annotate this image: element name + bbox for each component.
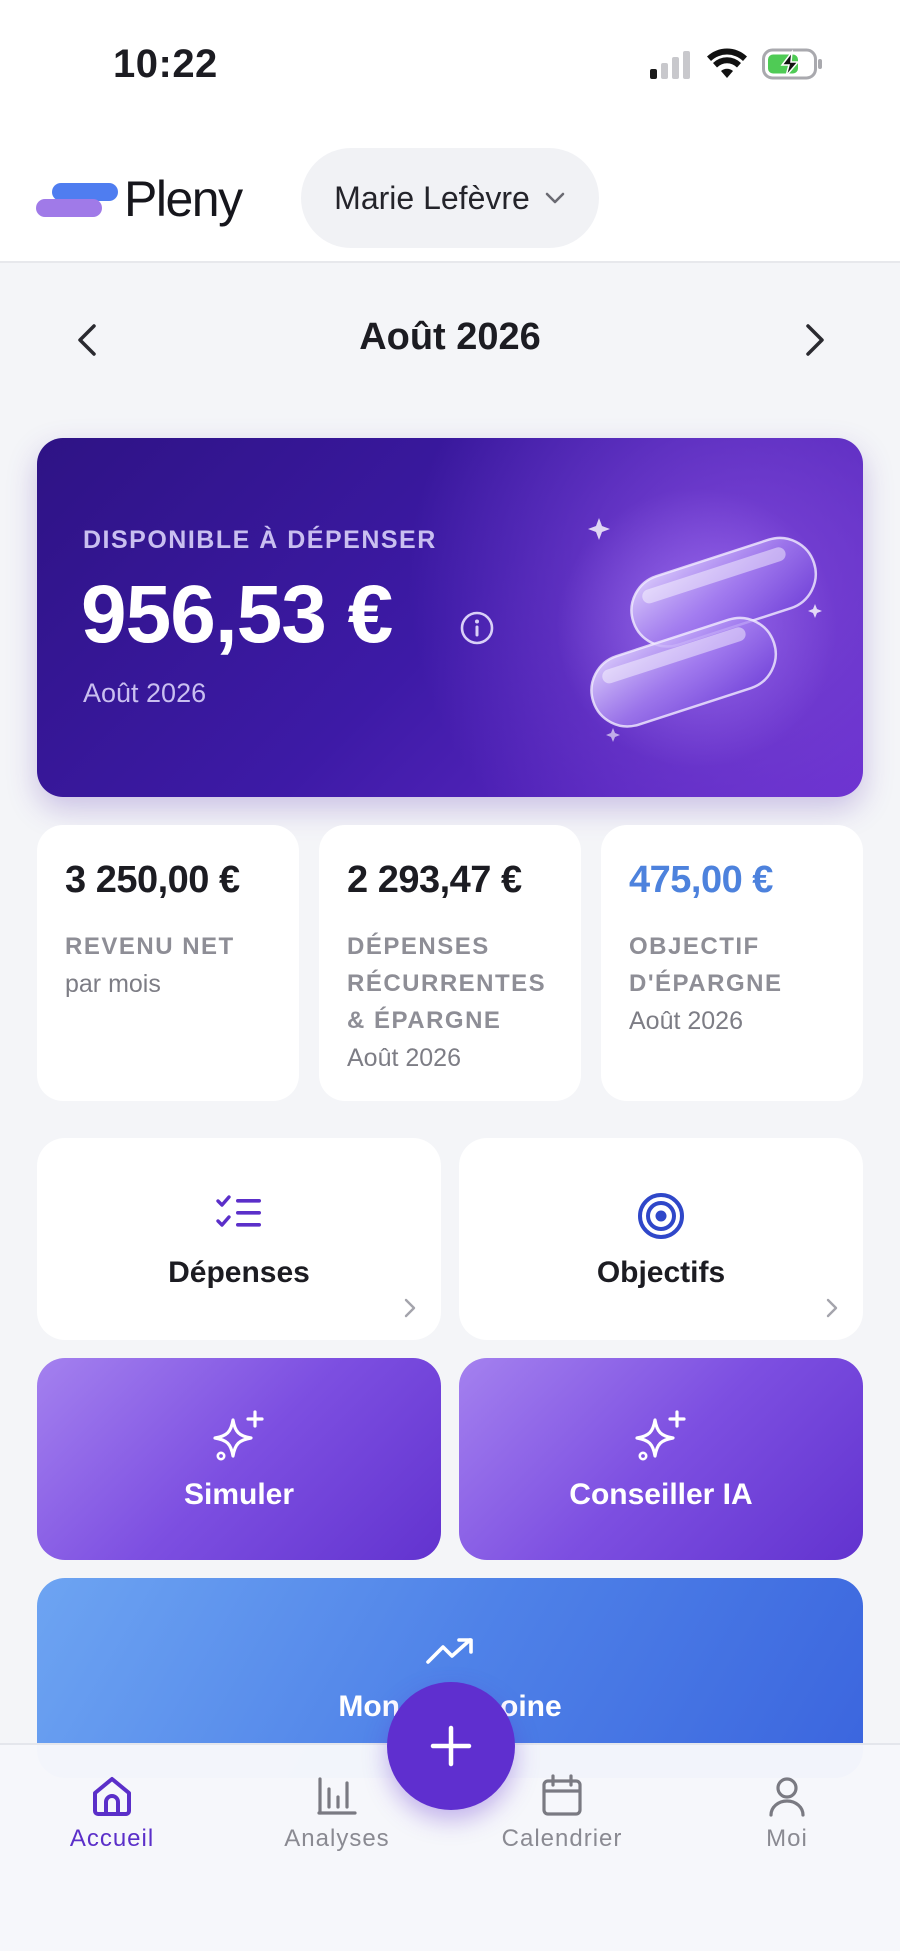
recurring-expenses-value: 2 293,47 € [347, 859, 522, 901]
calendar-icon [542, 1774, 582, 1816]
savings-goal-label: OBJECTIF D'ÉPARGNE [629, 933, 783, 997]
plus-icon [430, 1725, 472, 1767]
net-income-value: 3 250,00 € [65, 859, 240, 901]
month-title: Août 2026 [359, 316, 541, 358]
battery-charging-icon [762, 48, 822, 80]
available-to-spend-card[interactable]: DISPONIBLE À DÉPENSER 956,53 € Août 2026 [37, 438, 863, 797]
nav-home[interactable]: Accueil [22, 1773, 202, 1853]
nav-profile[interactable]: Moi [697, 1773, 877, 1853]
info-icon[interactable] [459, 610, 495, 646]
user-icon [769, 1777, 805, 1817]
expenses-tile[interactable]: Dépenses [37, 1138, 441, 1340]
user-selector[interactable]: Marie Lefèvre [301, 148, 599, 248]
goals-label: Objectifs [596, 1256, 726, 1289]
sparkles-icon [635, 1410, 686, 1461]
month-navigator: Août 2026 [0, 300, 900, 380]
recurring-expenses-label: DÉPENSES RÉCURRENTES & ÉPARGNE [347, 933, 547, 1034]
savings-goal-card[interactable]: 475,00 € OBJECTIF D'ÉPARGNE Août 2026 [601, 825, 863, 1101]
target-icon [638, 1193, 684, 1239]
available-amount: 956,53 € [81, 569, 393, 660]
status-icons [648, 48, 824, 80]
app-logo[interactable]: Pleny [36, 170, 243, 228]
wifi-icon [707, 48, 747, 78]
add-transaction-button[interactable] [387, 1682, 515, 1810]
app-header: Pleny Marie Lefèvre [0, 120, 900, 263]
simulate-label: Simuler [183, 1478, 295, 1511]
next-month-button[interactable] [794, 318, 834, 362]
app-name: Pleny [124, 171, 243, 227]
user-name: Marie Lefèvre [334, 179, 530, 216]
nav-home-label: Accueil [69, 1825, 155, 1852]
expenses-label: Dépenses [168, 1256, 310, 1289]
chevron-right-icon [404, 1298, 416, 1318]
checklist-icon [216, 1195, 261, 1227]
glass-pills-illustration [557, 488, 837, 768]
bar-chart-icon [317, 1777, 357, 1815]
goals-tile[interactable]: Objectifs [459, 1138, 863, 1340]
simulate-tile[interactable]: Simuler [37, 1358, 441, 1560]
ai-advisor-label: Conseiller IA [569, 1478, 753, 1511]
available-period: Août 2026 [83, 678, 207, 708]
nav-analytics-label: Analyses [284, 1825, 390, 1852]
nav-calendar-label: Calendrier [501, 1825, 623, 1852]
trending-up-icon [426, 1638, 473, 1664]
ai-advisor-tile[interactable]: Conseiller IA [459, 1358, 863, 1560]
sparkles-icon [213, 1410, 264, 1461]
net-income-card[interactable]: 3 250,00 € REVENU NET par mois [37, 825, 299, 1101]
net-income-sub: par mois [65, 970, 161, 998]
savings-goal-sub: Août 2026 [629, 1007, 743, 1035]
savings-goal-value: 475,00 € [629, 859, 773, 901]
chevron-right-icon [826, 1298, 838, 1318]
recurring-expenses-sub: Août 2026 [347, 1044, 461, 1072]
net-income-label: REVENU NET [65, 933, 235, 960]
logo-mark-icon [36, 177, 118, 221]
available-label: DISPONIBLE À DÉPENSER [83, 526, 437, 554]
chevron-down-icon [545, 192, 565, 204]
home-icon [93, 1777, 131, 1816]
status-time: 10:22 [113, 42, 218, 86]
cellular-signal-icon [650, 51, 690, 79]
status-bar: 10:22 [0, 0, 900, 120]
nav-profile-label: Moi [766, 1825, 808, 1852]
recurring-expenses-card[interactable]: 2 293,47 € DÉPENSES RÉCURRENTES & ÉPARGN… [319, 825, 581, 1101]
